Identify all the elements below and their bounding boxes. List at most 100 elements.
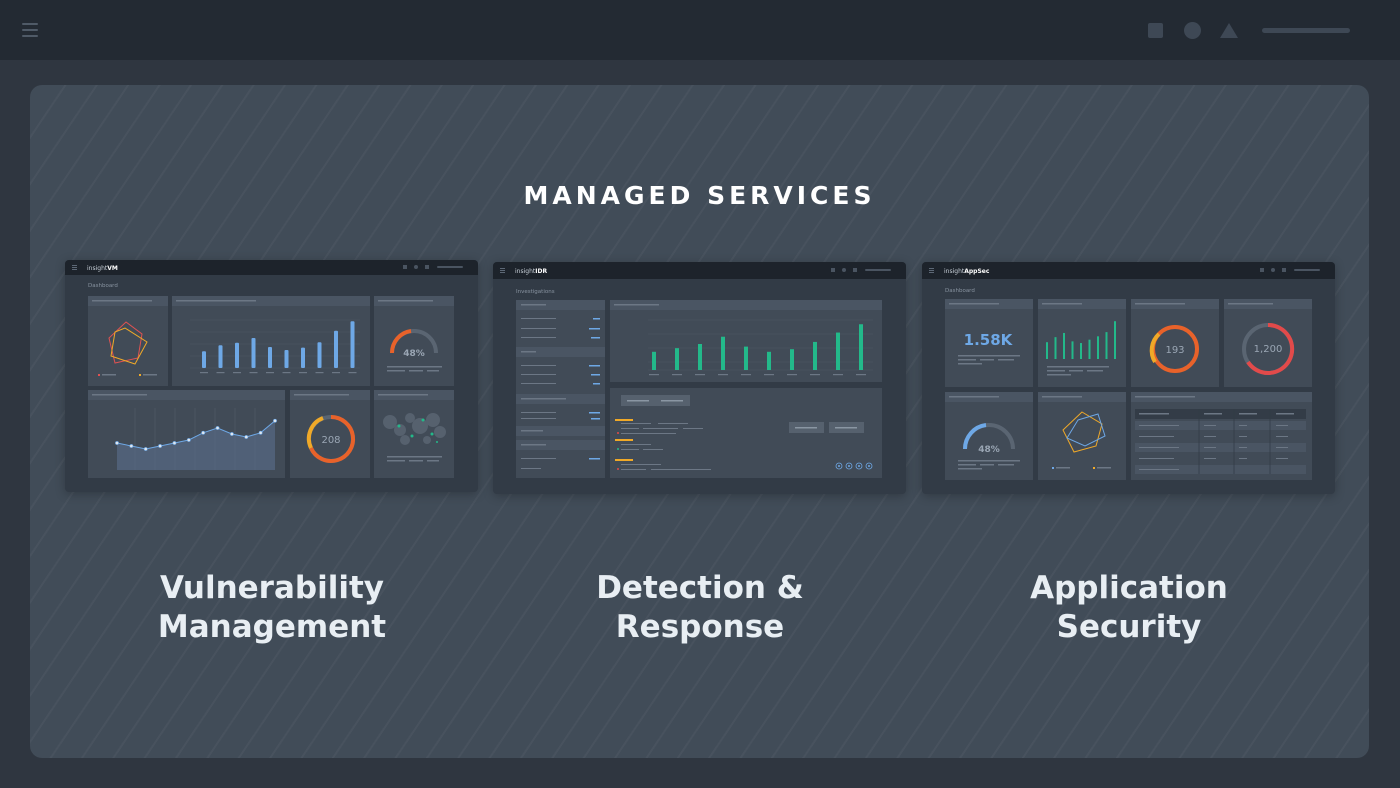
insightappsec-dashboard-graphic: insightAppSec Dashboard 1.58K 193 1,200 (922, 262, 1335, 480)
donut-value: 193 (1165, 345, 1184, 356)
x-tick (315, 372, 324, 374)
bar (790, 349, 794, 370)
brand-suffix: AppSec (964, 268, 990, 275)
insightvm-dashboard-graphic: insightVM Dashboard 48% 208 (65, 260, 478, 478)
line-point (158, 444, 162, 448)
x-tick (348, 372, 357, 374)
bar (836, 332, 840, 370)
bar (301, 347, 305, 368)
label-line-2: Management (157, 609, 387, 645)
application-security-label[interactable]: Application Security (939, 569, 1319, 647)
x-tick (672, 374, 682, 376)
top-bar (0, 0, 1400, 60)
gauge-value: 48% (978, 445, 1000, 455)
square-icon[interactable] (1148, 22, 1163, 38)
x-tick (266, 372, 274, 374)
vulnerability-management-label[interactable]: Vulnerability Management (82, 569, 462, 647)
x-tick (200, 372, 208, 374)
x-tick (856, 374, 866, 376)
insightappsec-dashboard-preview[interactable]: insightAppSec Dashboard 1.58K 193 1,200 (922, 262, 1335, 494)
x-tick (764, 374, 774, 376)
x-tick (810, 374, 820, 376)
bar (698, 344, 702, 370)
x-tick (282, 372, 291, 374)
bar (675, 348, 679, 370)
brand-prefix: insight (515, 268, 536, 275)
x-tick (332, 372, 340, 374)
bar (1054, 337, 1057, 359)
bar (859, 324, 863, 370)
label-line-1: Application (1030, 570, 1228, 606)
managed-services-panel: MANAGED SERVICES insightVM Dashboard 48%… (30, 85, 1369, 758)
bar (350, 321, 355, 368)
bar (218, 345, 223, 368)
bar (1088, 339, 1091, 359)
brand-suffix: VM (107, 265, 118, 272)
x-tick (833, 374, 843, 376)
svg-text:insightVM: insightVM (87, 265, 118, 272)
bar (1080, 343, 1082, 359)
line-point (244, 435, 249, 439)
svg-text:insightAppSec: insightAppSec (944, 268, 990, 275)
line-point (115, 441, 119, 445)
x-tick (718, 374, 728, 376)
dashboard-title: Dashboard (88, 283, 118, 289)
line-point (201, 430, 206, 435)
investigations-title: Investigations (516, 289, 555, 295)
x-tick (741, 374, 751, 376)
line-point (258, 430, 263, 435)
bar (1071, 341, 1074, 359)
brand-prefix: insight (87, 265, 108, 272)
bar (744, 346, 748, 370)
donut-value-2: 1,200 (1254, 344, 1283, 355)
line-point (215, 426, 220, 430)
bar (652, 351, 656, 370)
brand-prefix: insight (944, 268, 965, 275)
bar (813, 341, 817, 370)
bar (202, 351, 206, 368)
x-tick (249, 372, 258, 374)
line-point (172, 441, 177, 445)
bar (235, 342, 239, 368)
line-point (129, 444, 134, 448)
svg-text:insightIDR: insightIDR (515, 268, 547, 275)
bar (767, 351, 771, 370)
bar (1105, 332, 1108, 359)
insightidr-dashboard-preview[interactable]: insightIDR Investigations (493, 262, 906, 494)
line-point (186, 438, 191, 442)
label-line-2: Response (615, 609, 785, 645)
bar (334, 330, 338, 368)
bar (721, 336, 725, 370)
x-tick (649, 374, 659, 376)
line-point (273, 418, 277, 423)
gauge-value: 48% (403, 349, 425, 359)
line-point (143, 447, 148, 451)
bar (1114, 321, 1116, 359)
x-tick (216, 372, 225, 374)
brand-suffix: IDR (535, 268, 547, 275)
insightvm-dashboard-preview[interactable]: insightVM Dashboard 48% 208 (65, 260, 478, 492)
donut-value: 208 (321, 435, 340, 446)
bar (1046, 342, 1048, 359)
dashboard-title: Dashboard (945, 288, 975, 294)
label-line-2: Security (1056, 609, 1202, 645)
bar (284, 350, 289, 368)
bar (251, 338, 256, 368)
menu-icon[interactable] (22, 23, 38, 37)
circle-icon[interactable] (1184, 21, 1201, 39)
triangle-icon[interactable] (1220, 22, 1238, 38)
x-tick (233, 372, 241, 374)
kpi-value: 1.58K (964, 331, 1014, 349)
bar (317, 342, 322, 368)
page-title: MANAGED SERVICES (523, 181, 876, 210)
x-tick (787, 374, 797, 376)
label-line-1: Vulnerability (160, 570, 384, 606)
label-line-1: Detection & (596, 570, 804, 606)
detection-response-label[interactable]: Detection & Response (510, 569, 890, 647)
search-placeholder-bar[interactable] (1262, 27, 1350, 33)
x-tick (299, 372, 307, 374)
line-point (230, 432, 234, 436)
x-tick (695, 374, 705, 376)
bar (268, 347, 272, 368)
top-bar-actions (1148, 21, 1350, 39)
